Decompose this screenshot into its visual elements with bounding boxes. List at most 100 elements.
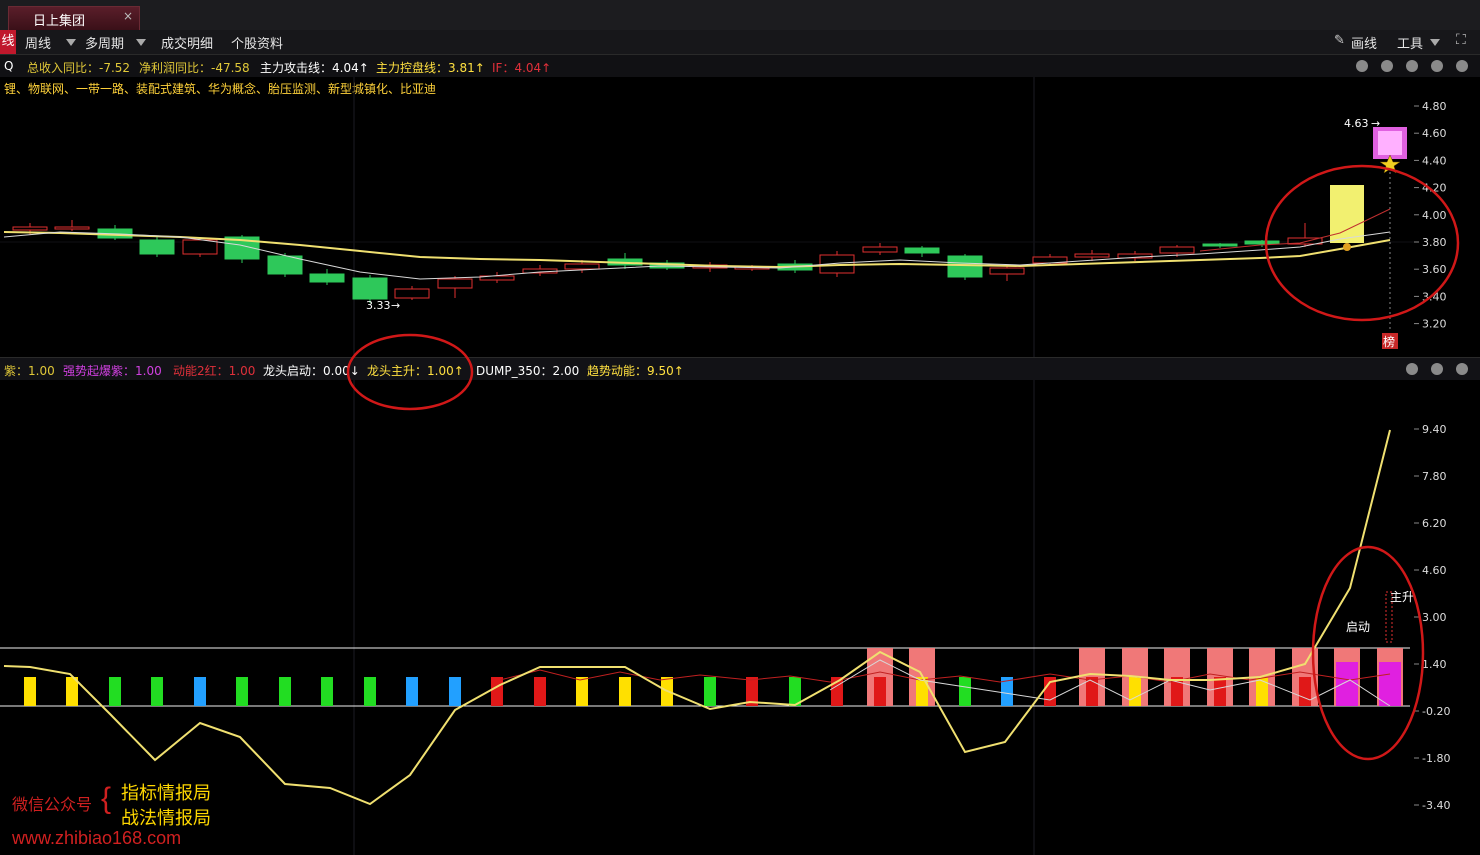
account-name-1: 指标情报局: [121, 783, 211, 803]
trend-line-yellow: [3, 429, 1391, 806]
minimize-icon[interactable]: [1456, 363, 1468, 375]
purple-value: 紫：1.00: [4, 364, 55, 378]
toolbar: 线 周线 多周期 成交明细 个股资料 ✎ 画线 工具 ⛶: [0, 30, 1480, 55]
signal-bar: [1129, 677, 1141, 706]
weekly-button[interactable]: 周线: [25, 33, 51, 52]
price-tick-label: 3.60: [1422, 263, 1447, 276]
indicator-tick-label: -1.80: [1422, 752, 1450, 765]
price-gridlines: [0, 77, 1415, 357]
main-control-line: 主力控盘线：3.81↑: [376, 61, 485, 75]
stock-profile-button[interactable]: 个股资料: [231, 33, 283, 52]
price-tick-label: 4.60: [1422, 127, 1447, 140]
price-chart[interactable]: 4.804.604.404.204.003.803.603.403.20 4.6…: [0, 77, 1480, 357]
price-tick-label: 4.80: [1422, 100, 1447, 113]
close-icon[interactable]: ×: [123, 9, 133, 23]
chevron-down-icon[interactable]: [136, 39, 146, 46]
candlestick: [139, 239, 175, 255]
refresh-icon[interactable]: [1406, 60, 1418, 72]
burst-bar: [1379, 662, 1401, 706]
tools-button[interactable]: 工具: [1397, 33, 1423, 52]
brace-icon: {: [101, 782, 112, 815]
multi-period-button[interactable]: 多周期: [85, 33, 124, 52]
profit-yoy: 净利润同比：-47.58: [139, 61, 250, 75]
candlestick: [904, 247, 940, 254]
candlestick: [862, 246, 898, 253]
help-icon[interactable]: [1356, 60, 1368, 72]
indicator-tick-label: 4.60: [1422, 564, 1447, 577]
signal-bar: [534, 677, 546, 706]
price-tick-label: 4.00: [1422, 209, 1447, 222]
candlestick: [394, 288, 430, 299]
expand-icon[interactable]: ⛶: [1456, 32, 1466, 48]
leader-rise-highlight: [346, 333, 474, 411]
candlestick: [182, 239, 218, 255]
gear-icon[interactable]: [1381, 60, 1393, 72]
signal-marker: [1343, 243, 1351, 251]
start-label: 启动: [1346, 620, 1370, 634]
signal-bar: [194, 677, 206, 706]
signal-bar: [236, 677, 248, 706]
revenue-yoy: 总收入同比：-7.52: [27, 61, 131, 75]
dump-value: DUMP_350：2.00: [476, 364, 580, 378]
indicator-chart[interactable]: 9.407.806.204.603.001.40-0.20-1.80-3.40 …: [0, 380, 1480, 855]
chevron-down-icon[interactable]: [1430, 39, 1440, 46]
website-url: www.zhibiao168.com: [12, 828, 182, 848]
pencil-icon[interactable]: ✎: [1334, 33, 1345, 48]
signal-bar: [874, 677, 886, 706]
highlight-circle: [1311, 545, 1425, 761]
info-prefix: Q: [4, 59, 14, 73]
wechat-account-label: 微信公众号: [12, 797, 93, 814]
stock-tab[interactable]: 日上集团 ×: [8, 6, 140, 30]
add-icon[interactable]: [1431, 60, 1443, 72]
candlestick: [437, 278, 473, 289]
draw-line-button[interactable]: 画线: [1351, 33, 1377, 52]
signal-bar: [109, 677, 121, 706]
indicator-tick-label: 3.00: [1422, 611, 1447, 624]
candlestick: [309, 273, 345, 283]
rank-badge-label: 榜: [1383, 334, 1395, 349]
account-name-2: 战法情报局: [121, 808, 211, 828]
chevron-down-icon[interactable]: [66, 39, 76, 46]
trend-momentum-value: 趋势动能：9.50↑: [587, 364, 684, 378]
candlesticks: [12, 127, 1407, 303]
indicator-tick-label: 1.40: [1422, 658, 1447, 671]
indicator-tick-label: 9.40: [1422, 423, 1447, 436]
help-icon[interactable]: [1406, 363, 1418, 375]
signal-bar: [151, 677, 163, 706]
burst-bar: [1336, 662, 1358, 706]
indicator-tick-label: 7.80: [1422, 470, 1447, 483]
low-price-label: 3.33: [366, 299, 391, 312]
trade-details-button[interactable]: 成交明细: [161, 33, 213, 52]
indicator-tick-label: -0.20: [1422, 705, 1450, 718]
signal-bar: [279, 677, 291, 706]
candlestick: [12, 226, 48, 231]
minimize-icon[interactable]: [1456, 60, 1468, 72]
price-tick-label: 3.80: [1422, 236, 1447, 249]
candlestick-glow: [1378, 131, 1402, 155]
indicator-tick-label: -3.40: [1422, 799, 1450, 812]
signal-bar: [406, 677, 418, 706]
high-price-label: 4.63: [1344, 117, 1369, 130]
candlestick: [564, 263, 600, 270]
indicator-tick-label: 6.20: [1422, 517, 1447, 530]
if-value: IF：4.04↑: [492, 61, 552, 75]
candlestick: [947, 255, 983, 278]
signal-bar: [1256, 677, 1268, 706]
candlestick: [1074, 253, 1110, 258]
momentum-red-value: 动能2红：1.00: [173, 364, 256, 378]
stock-tab-label: 日上集团: [33, 14, 86, 29]
indicator-gridlines: [353, 380, 1035, 855]
gear-icon[interactable]: [1431, 363, 1443, 375]
main-attack-line: 主力攻击线：4.04↑: [260, 61, 369, 75]
kline-mode-tab[interactable]: 线: [0, 30, 16, 54]
strong-burst-value: 强势起爆紫：1.00: [63, 364, 162, 378]
candlestick: [1159, 246, 1195, 254]
price-info-bar: Q 总收入同比：-7.52 净利润同比：-47.58 主力攻击线：4.04↑ 主…: [0, 55, 1480, 77]
candlestick: [989, 267, 1025, 275]
signal-bar: [1299, 677, 1311, 706]
title-bar: 日上集团 ×: [0, 0, 1480, 31]
signal-bar: [959, 677, 971, 706]
signal-bar: [364, 677, 376, 706]
arrow-icon: →: [1371, 117, 1380, 130]
candlestick: [1244, 240, 1280, 245]
